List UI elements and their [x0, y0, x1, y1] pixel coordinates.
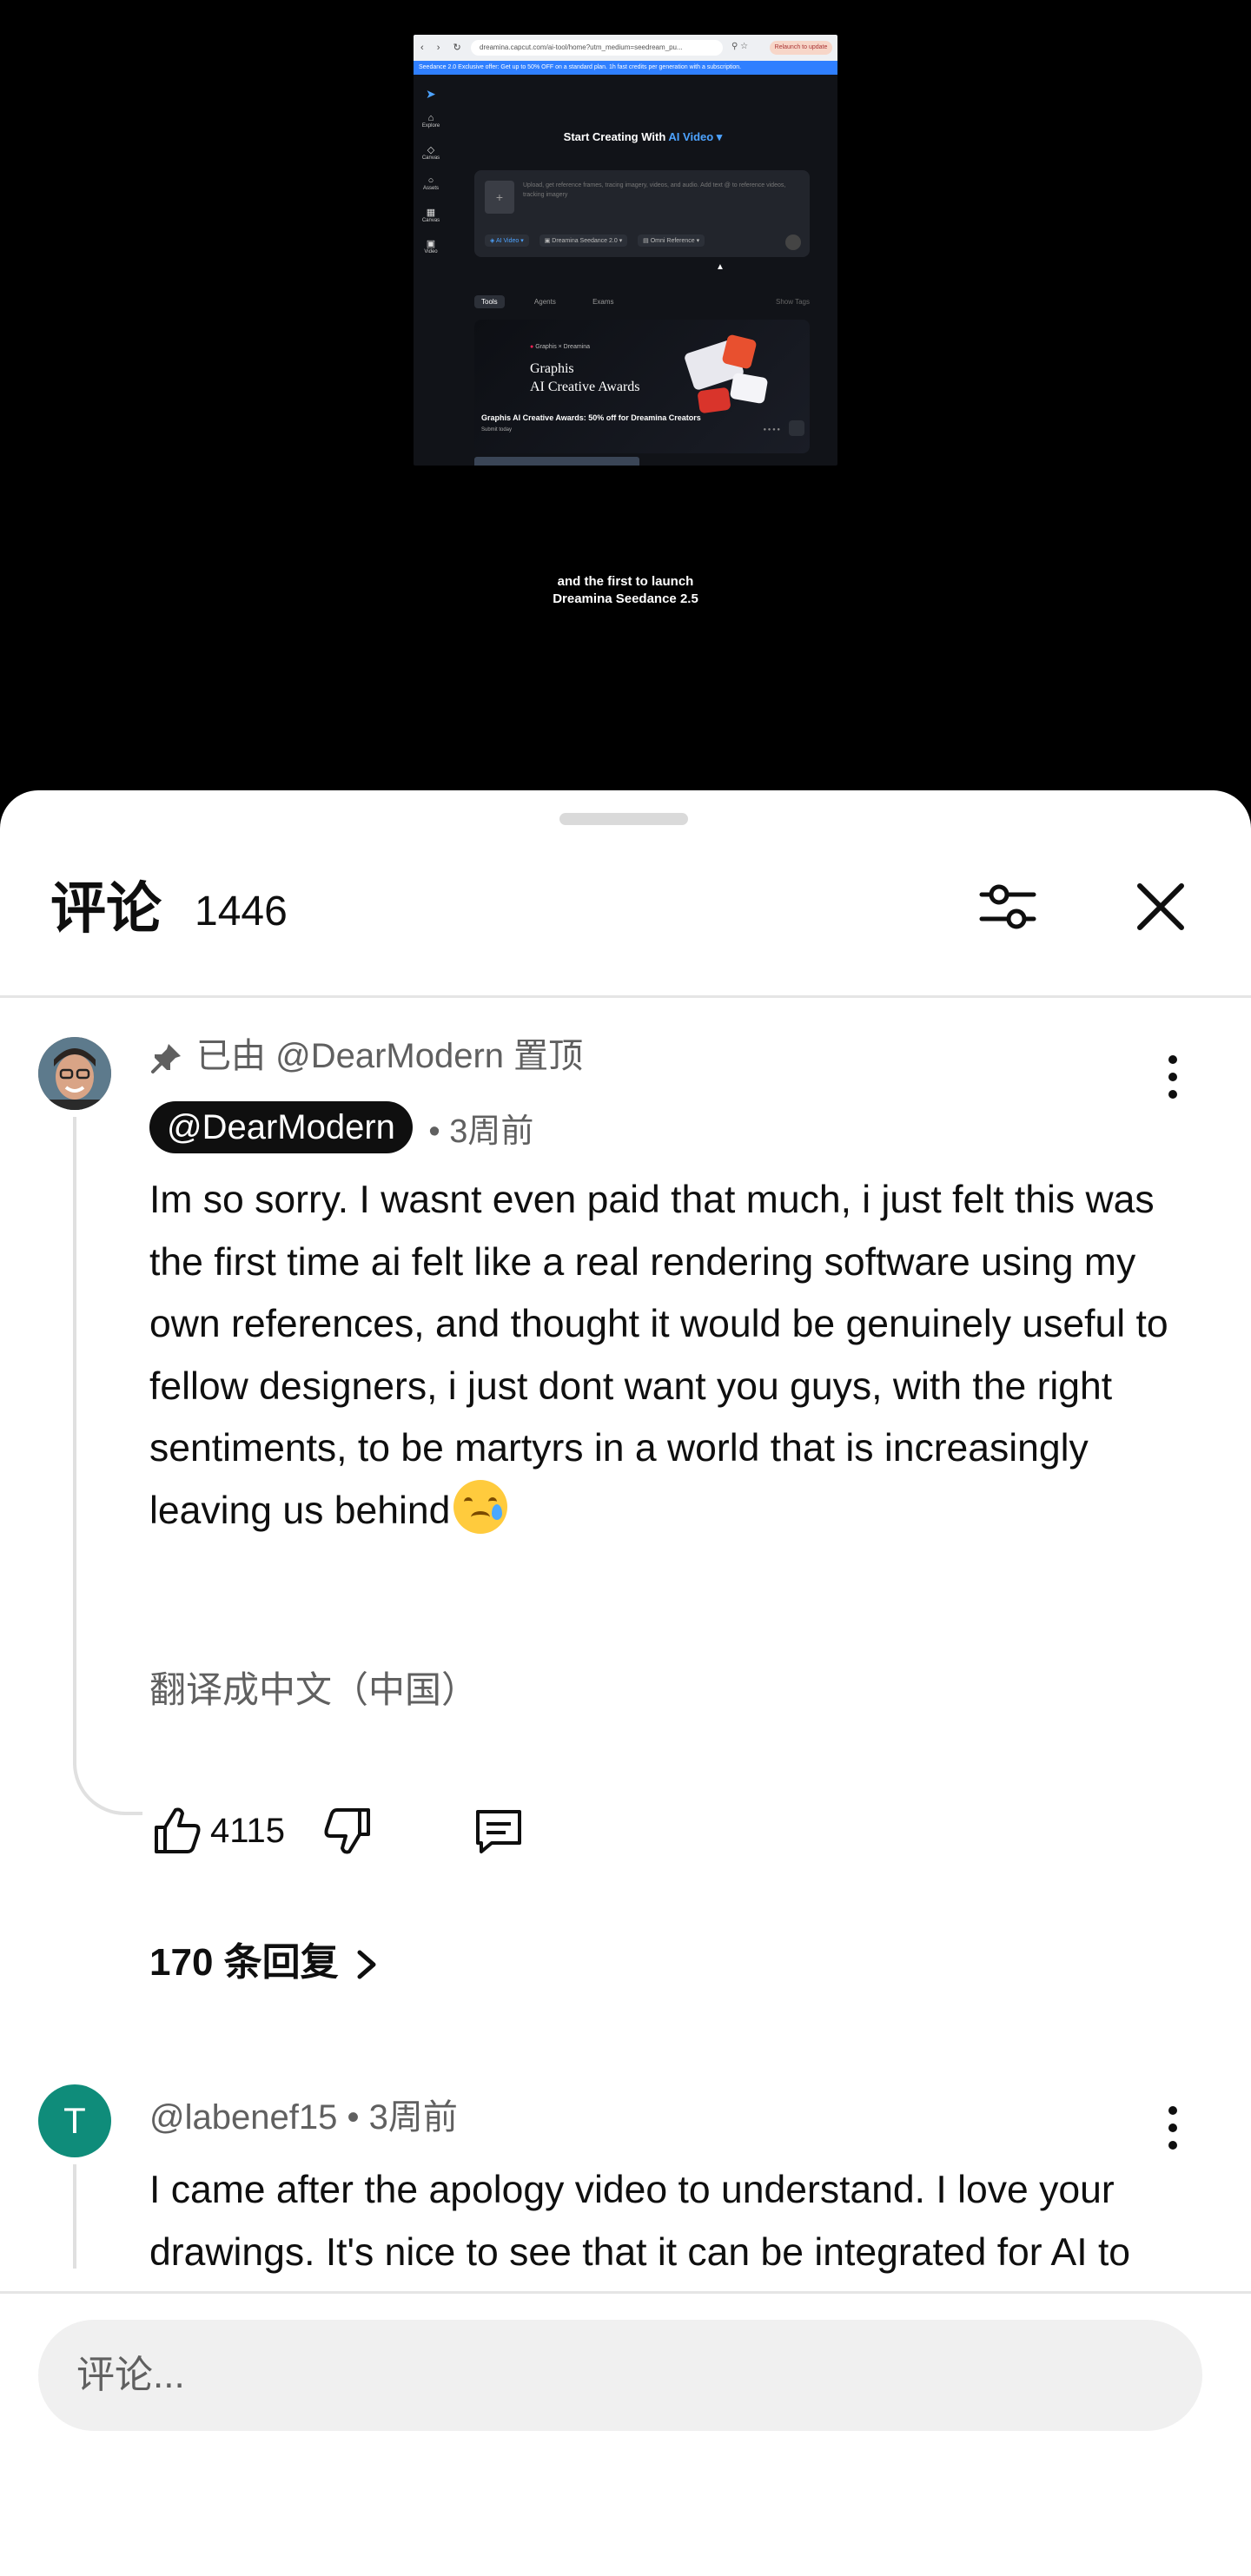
view-replies-button[interactable]: 170 条回复 [149, 1935, 382, 1991]
close-button[interactable] [1126, 872, 1195, 941]
prompt-placeholder: Upload, get reference frames, tracing im… [523, 182, 786, 198]
prompt-box: + Upload, get reference frames, tracing … [474, 170, 810, 257]
sidebar-item-assets: ○ Assets [422, 175, 439, 191]
card-pager: ● ● ● ● [763, 427, 781, 433]
card-corner-icon [789, 420, 804, 436]
mouse-cursor-icon: ▲ [716, 262, 725, 272]
prompt-options: ◈ AI Video ▾ ▣ Dreamina Seedance 2.0 ▾ ▤… [485, 234, 713, 247]
sidebar-item-explore: ⌂ Explore [421, 113, 440, 129]
prompt-option: ◈ AI Video ▾ [485, 234, 529, 247]
prompt-option: ▤ Omni Reference ▾ [638, 234, 705, 247]
replies-count: 170 条回复 [149, 1941, 339, 1984]
app-tab: Exams [592, 298, 614, 306]
comment-text: Im so sorry. I wasnt even paid that much… [149, 1179, 1168, 1532]
thread-line [73, 1746, 142, 1815]
card-title: Graphis AI Creative Awards [530, 361, 640, 394]
comment-meta: @DearModern • 3周前 [149, 1101, 533, 1153]
thumbs-down-icon [324, 1808, 370, 1854]
card-artwork [671, 328, 784, 424]
app-tab: Agents [533, 298, 556, 306]
dislike-button[interactable] [320, 1803, 375, 1859]
comments-sheet: 评论 1446 已由 @DearModern 置顶 @DearModern • … [0, 790, 1251, 2576]
author-name-chip[interactable]: @DearModern [149, 1101, 413, 1153]
comments-header: 评论 1446 [0, 877, 1251, 981]
more-vertical-icon [1168, 1055, 1177, 1099]
crying-face-icon [453, 1479, 508, 1534]
author-name[interactable]: @labenef15 [149, 2098, 337, 2137]
comment-icon [476, 1810, 521, 1853]
browser-url: dreamina.capcut.com/ai-tool/home?utm_med… [471, 40, 723, 56]
drag-handle[interactable] [559, 813, 688, 825]
thumbs-up-icon [155, 1807, 201, 1853]
sidebar-item-video: ▣ Video [424, 239, 438, 254]
card-brand: ● Graphis × Dreamina [530, 344, 591, 350]
translate-link[interactable]: 翻译成中文（中国） [149, 1664, 478, 1716]
comment-time: • 3周前 [347, 2098, 458, 2137]
relaunch-badge: Relaunch to update [770, 41, 832, 55]
video-subtitle: and the first to launch Dreamina Seedanc… [553, 574, 698, 606]
prompt-option: ▣ Dreamina Seedance 2.0 ▾ [539, 234, 628, 247]
upload-icon: + [485, 181, 514, 214]
video-frame-screen-recording: ‹ › ↻ dreamina.capcut.com/ai-tool/home?u… [414, 35, 837, 466]
sidebar-item-canvas: ◇ Canvas [421, 145, 440, 161]
comment-input[interactable] [38, 2320, 1202, 2431]
chevron-right-icon [357, 1950, 376, 1979]
video-player[interactable]: ‹ › ↻ dreamina.capcut.com/ai-tool/home?u… [0, 0, 1251, 790]
browser-toolbar: ‹ › ↻ dreamina.capcut.com/ai-tool/home?u… [414, 35, 837, 61]
comment-body: I came after the apology video to unders… [149, 2169, 1131, 2335]
extensions-icon: ⚲ ☆ [731, 42, 749, 51]
sliders-icon [979, 884, 1036, 929]
comment-meta: @labenef15 • 3周前 [149, 2093, 458, 2142]
header-divider [0, 995, 1251, 998]
card-sub: Submit today [481, 427, 513, 433]
app-tabs: Tools Agents Exams Show Tags [474, 295, 810, 308]
card-caption: Graphis AI Creative Awards: 50% off for … [481, 413, 701, 422]
comment-composer [0, 2291, 1251, 2576]
promo-banner: Seedance 2.0 Exclusive offer: Get up to … [414, 61, 837, 75]
sort-filter-button[interactable] [973, 872, 1042, 941]
avatar[interactable]: T [38, 2084, 111, 2157]
more-vertical-icon [1168, 2106, 1177, 2150]
comments-title: 评论 [50, 877, 162, 940]
app-tabs-right: Show Tags [776, 298, 810, 306]
more-options-button[interactable] [1147, 1042, 1199, 1112]
send-icon [785, 234, 801, 250]
like-button[interactable] [149, 1803, 205, 1859]
app-tab: Tools [474, 295, 505, 308]
promo-card: ● Graphis × Dreamina Graphis AI Creative … [474, 320, 810, 453]
reply-button[interactable] [471, 1803, 526, 1859]
app-sidebar: ➤ ⌂ Explore ◇ Canvas ○ Assets ▦ Canvas ▣ Vide… [414, 75, 448, 466]
browser-nav-icons: ‹ › ↻ [420, 43, 467, 53]
close-icon [1137, 883, 1184, 930]
comment-body: Im so sorry. I wasnt even paid that much… [149, 1169, 1175, 1542]
more-options-button[interactable] [1147, 2093, 1199, 2163]
pinned-label: 已由 @DearModern 置顶 [149, 1032, 583, 1080]
app-logo-icon: ➤ [426, 87, 436, 101]
comments-count: 1446 [195, 888, 288, 935]
thread-line [73, 1117, 76, 1751]
next-card-strip [474, 457, 639, 466]
avatar-photo [38, 1037, 111, 1110]
sidebar-item-canvas-2: ▦ Canvas [421, 208, 440, 223]
pin-icon [151, 1044, 181, 1074]
comment-actions: 4115 [149, 1796, 671, 1866]
app-heading: Start Creating With AI Video ▾ [563, 130, 723, 143]
avatar[interactable] [38, 1037, 111, 1110]
comment-time: • 3周前 [428, 1113, 534, 1150]
like-count: 4115 [210, 1812, 286, 1850]
thread-line [73, 2164, 76, 2269]
